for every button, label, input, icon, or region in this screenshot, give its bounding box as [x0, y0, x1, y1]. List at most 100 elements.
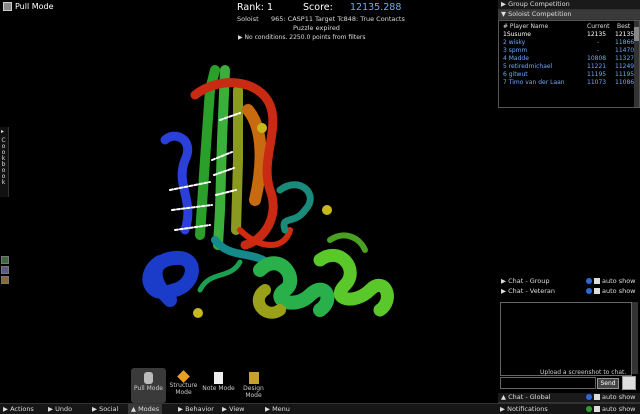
collapse-arrow-icon: ▸: [1, 128, 5, 135]
table-row[interactable]: 2 wisky - 11866: [503, 39, 634, 46]
best-score: 11470: [615, 47, 635, 54]
undo-label: Undo: [55, 405, 73, 413]
pull-mode-icon: [3, 2, 12, 11]
structure-mode-button[interactable]: Structure Mode: [166, 368, 201, 403]
chat-veteran-label: Chat - Veteran: [508, 287, 556, 295]
ligand-sphere: [257, 123, 267, 133]
current-mode-indicator: Pull Mode: [3, 2, 54, 11]
info-icon[interactable]: [586, 394, 592, 400]
upload-screenshot-hint[interactable]: Upload a screenshot to chat.: [540, 369, 626, 376]
bottom-bar: ▶ Actions ▶ Undo ▶ Social ▲ Modes ▶ Beha…: [0, 403, 640, 414]
current-score: 12135: [587, 31, 607, 38]
collapse-arrow-icon: ▼: [501, 10, 506, 18]
scrollbar-thumb[interactable]: [634, 27, 639, 41]
send-button[interactable]: Send: [597, 378, 619, 389]
chat-scrollbar[interactable]: [632, 302, 638, 374]
protein-strand-orange: [242, 104, 267, 206]
current-score: 11195: [587, 71, 607, 78]
auto-show-checkbox[interactable]: [594, 394, 600, 400]
player-name: 5 retiredmichael: [503, 63, 553, 70]
pull-mode-button[interactable]: Pull Mode: [131, 368, 166, 403]
recipe-icon[interactable]: [1, 256, 9, 264]
protein-loop-blue: [160, 131, 193, 235]
current-mode-text: Pull Mode: [15, 2, 54, 11]
protein-sidechain: [197, 259, 243, 293]
chat-input[interactable]: [500, 377, 596, 389]
mouse-icon: [144, 372, 153, 384]
leaderboard-table: # Player Name Current Best 1Susume 12135…: [498, 20, 640, 108]
best-score: 11866: [615, 39, 635, 46]
player-name: 1Susume: [503, 31, 531, 38]
best-score: 11327: [615, 55, 635, 62]
group-competition-label: Group Competition: [508, 0, 570, 8]
expand-arrow-icon: ▶: [501, 277, 506, 285]
notification-status-icon: [586, 406, 592, 412]
menu-label: Menu: [272, 405, 290, 413]
current-score: 11221: [587, 63, 607, 70]
camera-icon[interactable]: [622, 376, 636, 390]
table-row[interactable]: 5 retiredmichael 11221 11249: [503, 63, 634, 70]
leaderboard-scrollbar[interactable]: [634, 21, 639, 107]
auto-show-checkbox[interactable]: [594, 406, 600, 412]
chat-global-header[interactable]: ▲ Chat - Global auto show: [498, 393, 640, 403]
column-header-current: Current: [587, 23, 610, 30]
conditions-text: No conditions. 2250.0 points from filter…: [244, 34, 366, 41]
chat-message-area[interactable]: [500, 302, 632, 376]
recipe-icon[interactable]: [1, 266, 9, 274]
player-name: 4 Madde: [503, 55, 529, 62]
current-score: -: [597, 39, 600, 46]
player-name: 2 wisky: [503, 39, 526, 46]
score-panel: Rank: 1 Score: 12135.288 Soloist 965: CA…: [233, 0, 407, 43]
table-row[interactable]: 3 spmm - 11470: [503, 47, 634, 54]
mode-label: Note Mode: [202, 385, 235, 392]
puzzle-status: Puzzle expired: [293, 24, 340, 32]
collapse-arrow-icon: ▲: [501, 393, 506, 401]
player-name: 6 gitwut: [503, 71, 528, 78]
best-score: 11195: [615, 71, 635, 78]
best-score: 12135: [615, 31, 635, 38]
design-mode-button[interactable]: Design Mode: [236, 368, 271, 403]
auto-show-checkbox[interactable]: [594, 278, 600, 284]
protein-loop-teal: [276, 181, 314, 234]
soloist-competition-header[interactable]: ▼ Soloist Competition: [498, 10, 640, 20]
protein-helix-blue: [142, 251, 199, 307]
table-row[interactable]: 1Susume 12135 12135: [503, 31, 634, 38]
rank-label: Rank: 1: [237, 2, 274, 13]
table-row[interactable]: 4 Madde 10808 11327: [503, 55, 634, 62]
view-label: View: [229, 405, 245, 413]
behavior-label: Behavior: [185, 405, 214, 413]
cookbook-tab[interactable]: ▸ Cookbook: [0, 127, 9, 197]
note-mode-button[interactable]: Note Mode: [201, 368, 236, 403]
current-score: 10808: [587, 55, 607, 62]
column-header-best: Best: [617, 23, 631, 30]
chat-global-label: Chat - Global: [508, 393, 551, 401]
auto-show-checkbox[interactable]: [594, 288, 600, 294]
table-row[interactable]: 6 gitwut 11195 11195: [503, 71, 634, 78]
table-header: # Player Name Current Best: [503, 23, 631, 30]
puzzle-title: 965: CASP11 Target Tc848: True Contacts: [271, 15, 405, 23]
notifications-label: Notifications: [507, 405, 548, 413]
note-icon: [214, 372, 223, 384]
auto-show-label: auto show: [602, 287, 636, 295]
group-competition-header[interactable]: ▶ Group Competition: [498, 0, 640, 10]
info-icon[interactable]: [586, 278, 592, 284]
design-icon: [248, 372, 259, 384]
protein-loop-green: [327, 232, 368, 253]
protein-strand-yellow: [231, 85, 243, 235]
player-name: 3 spmm: [503, 47, 528, 54]
soloist-label: Soloist: [237, 15, 259, 23]
soloist-competition-label: Soloist Competition: [508, 10, 572, 18]
conditions-row[interactable]: ▶ No conditions. 2250.0 points from filt…: [238, 34, 365, 41]
recipe-icon[interactable]: [1, 276, 9, 284]
score-label: Score:: [303, 2, 333, 13]
chat-veteran-header[interactable]: ▶ Chat - Veteran auto show: [498, 287, 640, 296]
modes-label: Modes: [138, 405, 160, 413]
chat-group-header[interactable]: ▶ Chat - Group auto show: [498, 277, 640, 286]
best-score: 11086: [615, 79, 635, 86]
column-header-name: # Player Name: [503, 23, 549, 30]
ligand-sphere: [193, 308, 203, 318]
table-row[interactable]: 7 Timo van der Laan 11073 11086: [503, 79, 634, 86]
actions-label: Actions: [10, 405, 34, 413]
social-label: Social: [99, 405, 119, 413]
info-icon[interactable]: [586, 288, 592, 294]
